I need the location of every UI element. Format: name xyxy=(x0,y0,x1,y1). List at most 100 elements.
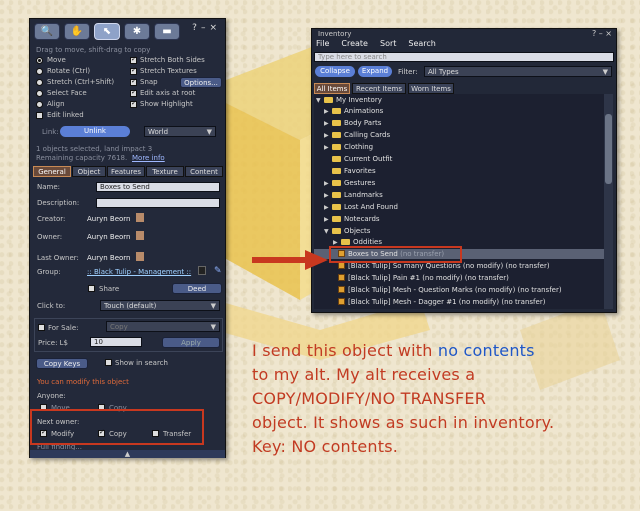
folder-row[interactable]: ▶ Animations xyxy=(324,106,383,116)
object-icon xyxy=(338,298,345,305)
world-select[interactable]: World ▼ xyxy=(144,126,216,137)
for-sale-checkbox[interactable] xyxy=(38,324,45,331)
tab-object[interactable]: Object xyxy=(72,166,106,177)
deed-button[interactable]: Deed xyxy=(172,283,222,294)
folder-row[interactable]: ▶ Clothing xyxy=(324,142,373,152)
focus-tool-button[interactable]: 🔍 xyxy=(34,23,60,40)
inventory-panel: Inventory ? – × File Create Sort Search Typ… xyxy=(311,28,617,313)
triangle-closed-icon: ▶ xyxy=(324,216,329,223)
create-tool-button[interactable]: ✱ xyxy=(124,23,150,40)
more-info-link[interactable]: More info xyxy=(132,154,165,162)
edit-axis-root-label: Edit axis at root xyxy=(140,89,196,97)
collapse-bar[interactable]: ▲ xyxy=(30,450,225,458)
owner-avatar-icon[interactable] xyxy=(136,231,144,240)
help-button[interactable]: ? xyxy=(192,23,201,33)
collapse-button[interactable]: Collapse xyxy=(315,66,355,77)
edit-axis-root-checkbox[interactable] xyxy=(130,88,137,97)
inventory-item[interactable]: [Black Tulip] Mesh - Dagger #1 (no modif… xyxy=(338,297,545,307)
group-value[interactable]: :: Black Tulip - Management :: xyxy=(87,268,191,276)
edit-linked-checkbox[interactable] xyxy=(36,112,43,119)
chevron-down-icon: ▼ xyxy=(210,302,216,310)
folder-row-root[interactable]: ▼ My Inventory xyxy=(316,95,382,105)
inventory-title: Inventory xyxy=(318,30,352,38)
annotation-highlight-no-contents: no contents xyxy=(437,341,535,360)
folder-row[interactable]: ▶ Gestures xyxy=(324,178,375,188)
minimize-button[interactable]: – xyxy=(599,29,603,38)
close-button[interactable]: × xyxy=(209,23,221,33)
show-in-search-checkbox[interactable] xyxy=(105,359,112,366)
inventory-scrollbar[interactable] xyxy=(604,94,613,309)
grab-tool-button[interactable]: ✋ xyxy=(64,23,90,40)
folder-icon xyxy=(341,239,350,245)
wand-icon: ✱ xyxy=(132,26,142,37)
bulldozer-icon: ▬ xyxy=(162,26,172,37)
for-sale-label: For Sale: xyxy=(48,324,79,332)
menu-search[interactable]: Search xyxy=(408,39,435,48)
land-tool-button[interactable]: ▬ xyxy=(154,23,180,40)
radio-align[interactable] xyxy=(36,101,43,108)
menu-sort[interactable]: Sort xyxy=(380,39,396,48)
inventory-item[interactable]: [Black Tulip] Pain #1 (no modify) (no tr… xyxy=(338,273,509,283)
show-highlight-checkbox[interactable] xyxy=(130,99,137,108)
expand-button[interactable]: Expand xyxy=(358,66,392,77)
menu-file[interactable]: File xyxy=(316,39,329,48)
inventory-menu: File Create Sort Search xyxy=(316,39,448,48)
tab-all-items[interactable]: All Items xyxy=(314,83,350,94)
name-field[interactable]: Boxes to Send xyxy=(96,182,220,192)
share-checkbox[interactable] xyxy=(88,285,95,292)
edit-tool-button[interactable]: ⬉ xyxy=(94,23,120,40)
chevron-down-icon: ▼ xyxy=(210,323,216,331)
tab-content[interactable]: Content xyxy=(185,166,223,177)
build-toolbar: 🔍 ✋ ⬉ ✱ ▬ xyxy=(34,23,184,41)
tab-recent-items[interactable]: Recent Items xyxy=(352,83,406,94)
unlink-button[interactable]: Unlink xyxy=(60,126,130,137)
radio-rotate[interactable] xyxy=(36,68,43,75)
folder-row[interactable]: ▼ Objects xyxy=(324,226,370,236)
last-owner-value[interactable]: Auryn Beorn xyxy=(87,254,131,262)
apply-button[interactable]: Apply xyxy=(162,337,220,348)
selected-item-highlight-box xyxy=(329,246,462,263)
owner-value[interactable]: Auryn Beorn xyxy=(87,233,131,241)
close-button[interactable]: × xyxy=(605,29,612,38)
sale-type-select[interactable]: Copy ▼ xyxy=(106,321,220,332)
tab-texture[interactable]: Texture xyxy=(146,166,184,177)
inventory-search-input[interactable]: Type here to search xyxy=(314,52,614,62)
radio-select-face[interactable] xyxy=(36,90,43,97)
radio-move-label: Move xyxy=(47,56,66,64)
toolbar-hint: Drag to move, shift-drag to copy xyxy=(36,46,151,54)
folder-icon xyxy=(332,228,341,234)
folder-row[interactable]: Current Outfit xyxy=(324,154,392,164)
tab-features[interactable]: Features xyxy=(107,166,145,177)
window-controls: ?–× xyxy=(192,23,221,33)
group-icon xyxy=(198,266,206,275)
inventory-item[interactable]: [Black Tulip] Mesh - Question Marks (no … xyxy=(338,285,562,295)
help-button[interactable]: ? xyxy=(592,29,596,38)
creator-avatar-icon[interactable] xyxy=(136,213,144,222)
pencil-icon[interactable]: ✎ xyxy=(214,266,222,276)
snap-checkbox[interactable] xyxy=(130,77,137,86)
magnifier-icon: 🔍 xyxy=(40,26,54,37)
last-owner-avatar-icon[interactable] xyxy=(136,252,144,261)
filter-select[interactable]: All Types ▼ xyxy=(424,66,612,77)
folder-row[interactable]: ▶ Landmarks xyxy=(324,190,383,200)
stretch-both-sides-checkbox[interactable] xyxy=(130,55,137,64)
scrollbar-thumb[interactable] xyxy=(605,114,612,184)
creator-value[interactable]: Auryn Beorn xyxy=(87,215,131,223)
options-button[interactable]: Options... xyxy=(180,77,222,88)
copy-keys-button[interactable]: Copy Keys xyxy=(36,358,88,369)
click-to-select[interactable]: Touch (default) ▼ xyxy=(100,300,220,311)
folder-row[interactable]: ▶ Lost And Found xyxy=(324,202,398,212)
annotation-text: I send this object with no contents to m… xyxy=(252,339,632,459)
folder-row[interactable]: ▶ Body Parts xyxy=(324,118,381,128)
radio-move[interactable] xyxy=(36,57,43,64)
folder-row[interactable]: ▶ Calling Cards xyxy=(324,130,390,140)
tab-worn-items[interactable]: Worn Items xyxy=(408,83,454,94)
tab-general[interactable]: General xyxy=(33,166,71,177)
folder-row[interactable]: ▶ Notecards xyxy=(324,214,380,224)
folder-row[interactable]: Favorites xyxy=(324,166,376,176)
price-field[interactable]: 10 xyxy=(90,337,142,347)
description-field[interactable] xyxy=(96,198,220,208)
menu-create[interactable]: Create xyxy=(341,39,368,48)
radio-stretch[interactable] xyxy=(36,79,43,86)
stretch-textures-checkbox[interactable] xyxy=(130,66,137,75)
